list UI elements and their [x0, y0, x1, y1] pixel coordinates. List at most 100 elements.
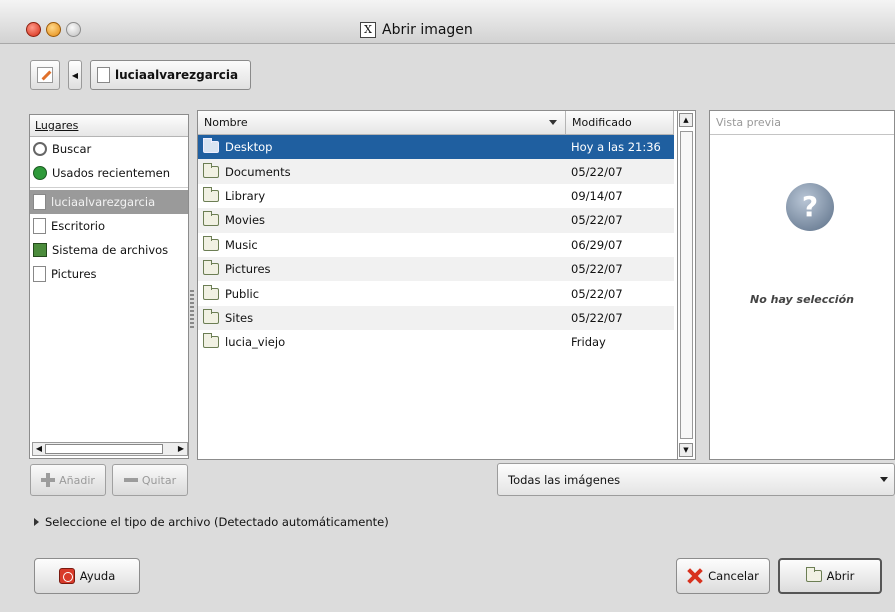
column-modified-label: Modificado	[572, 116, 632, 129]
document-icon	[33, 266, 46, 282]
file-name: lucia_viejo	[225, 335, 286, 350]
places-header-label: Lugares	[35, 119, 79, 132]
window-titlebar: X Abrir imagen	[0, 0, 895, 44]
file-type-expander-label: Seleccione el tipo de archivo (Detectado…	[45, 515, 389, 529]
file-modified: Hoy a las 21:36	[571, 140, 661, 155]
folder-icon	[203, 211, 219, 227]
file-modified: 05/22/07	[571, 286, 623, 301]
place-item-filesystem[interactable]: Sistema de archivos	[30, 238, 188, 262]
scroll-left-icon[interactable]: ◀	[33, 443, 45, 455]
file-row[interactable]: Pictures 05/22/07	[198, 256, 674, 282]
places-horizontal-scrollbar[interactable]: ◀ ▶	[32, 442, 188, 456]
chevron-left-icon: ◀	[71, 70, 79, 80]
folder-icon	[203, 186, 219, 202]
type-location-button[interactable]	[30, 60, 60, 90]
path-bar: ◀ luciaalvarezgarcia	[30, 59, 252, 91]
file-name: Library	[225, 188, 266, 203]
file-row[interactable]: Music 06/29/07	[198, 233, 674, 257]
pencil-icon	[37, 67, 53, 83]
file-name: Public	[225, 286, 260, 301]
places-panel: Lugares Buscar Usados recientemen luciaa…	[29, 114, 189, 459]
place-label: luciaalvarezgarcia	[51, 195, 156, 209]
open-button[interactable]: Abrir	[778, 558, 882, 594]
places-header[interactable]: Lugares	[30, 115, 188, 137]
file-type-filter-select[interactable]: Todas las imágenes	[497, 463, 895, 496]
home-folder-icon	[97, 67, 110, 83]
remove-bookmark-label: Quitar	[141, 473, 177, 487]
cancel-icon	[687, 568, 703, 584]
place-item-home[interactable]: luciaalvarezgarcia	[30, 190, 188, 214]
column-modified-header[interactable]: Modificado	[566, 111, 674, 135]
file-list-header: Nombre Modificado	[198, 111, 674, 135]
scroll-down-icon[interactable]: ▼	[679, 443, 693, 457]
path-crumb-current[interactable]: luciaalvarezgarcia	[90, 60, 252, 90]
place-item-pictures[interactable]: Pictures	[30, 262, 188, 286]
file-name: Movies	[225, 213, 266, 228]
folder-icon	[203, 138, 219, 154]
folder-icon	[805, 567, 822, 582]
place-item-desktop[interactable]: Escritorio	[30, 214, 188, 238]
file-name: Sites	[225, 310, 254, 325]
place-label: Escritorio	[51, 219, 106, 233]
remove-bookmark-button[interactable]: Quitar	[112, 464, 188, 496]
folder-icon	[203, 260, 219, 276]
close-window-button[interactable]	[26, 22, 41, 37]
scroll-up-icon[interactable]: ▲	[679, 113, 693, 127]
open-button-label: Abrir	[826, 569, 855, 583]
add-bookmark-label: Añadir	[59, 473, 95, 487]
expander-arrow-icon	[34, 518, 39, 526]
cancel-button[interactable]: Cancelar	[676, 558, 770, 594]
file-type-filter-value: Todas las imágenes	[508, 472, 621, 487]
file-type-expander[interactable]: Seleccione el tipo de archivo (Detectado…	[34, 515, 389, 529]
file-name: Desktop	[225, 140, 273, 155]
plus-icon	[41, 473, 56, 487]
file-modified: 05/22/07	[571, 262, 623, 277]
file-list-vertical-scrollbar[interactable]: ▲ ▼	[677, 111, 695, 459]
filesystem-icon	[33, 243, 47, 257]
place-item-search[interactable]: Buscar	[30, 137, 188, 161]
cancel-button-label: Cancelar	[708, 569, 759, 583]
file-modified: 06/29/07	[571, 237, 623, 252]
preview-empty-text: No hay selección	[750, 293, 854, 306]
file-modified: Friday	[571, 335, 606, 350]
place-label: Buscar	[52, 142, 92, 156]
help-icon	[58, 568, 75, 584]
file-row[interactable]: lucia_viejo Friday	[198, 330, 674, 354]
folder-icon	[203, 162, 219, 178]
folder-icon	[203, 333, 219, 349]
file-modified: 05/22/07	[571, 164, 623, 179]
path-back-button[interactable]: ◀	[68, 60, 82, 90]
recent-icon	[33, 166, 47, 180]
help-button[interactable]: Ayuda	[34, 558, 140, 594]
path-crumb-label: luciaalvarezgarcia	[115, 68, 239, 82]
file-modified: 05/22/07	[571, 213, 623, 228]
place-label: Sistema de archivos	[52, 243, 169, 257]
scroll-track[interactable]	[680, 131, 693, 439]
zoom-window-button[interactable]	[66, 22, 81, 37]
scroll-thumb[interactable]	[45, 444, 163, 454]
file-modified: 09/14/07	[571, 188, 623, 203]
folder-icon	[203, 235, 219, 251]
file-rows: Desktop Hoy a las 21:36 Documents 05/22/…	[198, 135, 674, 355]
file-row[interactable]: Sites 05/22/07	[198, 305, 674, 331]
column-name-label: Nombre	[204, 116, 248, 129]
file-row[interactable]: Desktop Hoy a las 21:36	[198, 135, 674, 160]
file-row[interactable]: Public 05/22/07	[198, 281, 674, 305]
scroll-right-icon[interactable]: ▶	[175, 443, 187, 455]
column-name-header[interactable]: Nombre	[198, 111, 566, 135]
window-title: X Abrir imagen	[360, 22, 560, 38]
add-bookmark-button[interactable]: Añadir	[30, 464, 106, 496]
file-name: Pictures	[225, 262, 271, 277]
file-row[interactable]: Movies 05/22/07	[198, 208, 674, 233]
place-label: Pictures	[51, 267, 97, 281]
help-button-label: Ayuda	[79, 569, 116, 583]
minimize-window-button[interactable]	[46, 22, 61, 37]
places-separator	[30, 187, 188, 188]
question-mark-icon: ?	[786, 183, 834, 231]
document-icon	[33, 218, 46, 234]
file-row[interactable]: Documents 05/22/07	[198, 159, 674, 184]
pane-resize-handle[interactable]	[190, 290, 194, 330]
place-item-recent[interactable]: Usados recientemen	[30, 161, 188, 185]
file-row[interactable]: Library 09/14/07	[198, 184, 674, 208]
home-folder-icon	[33, 194, 46, 210]
